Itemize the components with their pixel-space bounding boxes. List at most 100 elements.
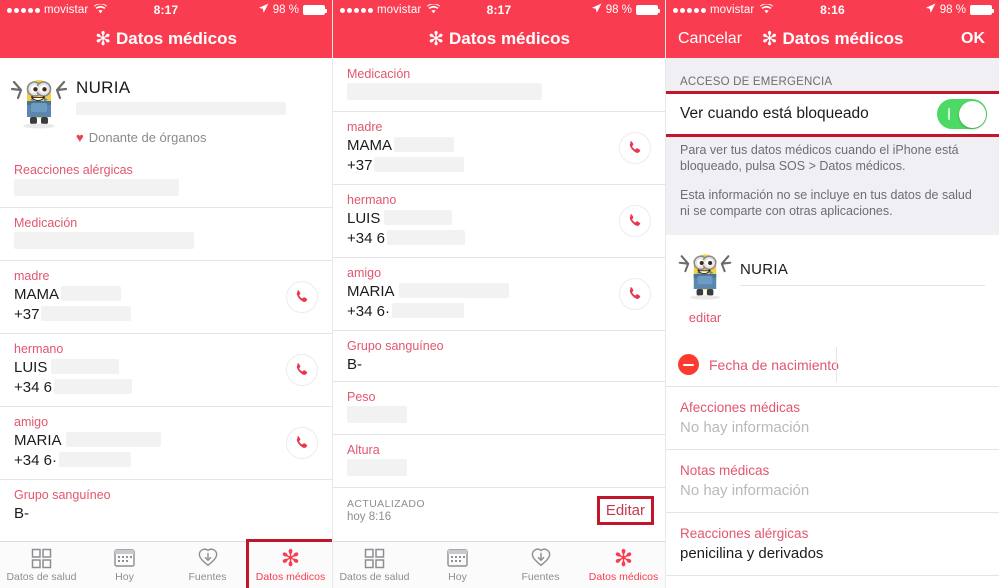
status-bar-1: movistar 8:17 98 %	[0, 0, 332, 20]
contact-row[interactable]: madre MAMA +37	[333, 111, 665, 184]
avatar	[8, 70, 70, 132]
edit-photo-link[interactable]: editar	[689, 310, 722, 325]
tab-bar-1: Datos de salud Hoy Fuentes ✻ Datos médic…	[0, 539, 332, 588]
location-arrow-icon	[925, 3, 936, 17]
status-right-3: 98 %	[925, 3, 994, 17]
field-row[interactable]: Medicación	[0, 207, 332, 260]
contact-row[interactable]: hermano LUIS +34 6	[333, 184, 665, 257]
tab-datos-medicos[interactable]: ✻ Datos médicos	[246, 539, 332, 588]
tab-datos-medicos[interactable]: ✻ Datos médicos	[582, 542, 665, 588]
field-row[interactable]: Medicación	[333, 58, 665, 111]
contact-name: LUIS	[14, 358, 318, 378]
status-right-1: 98 %	[258, 3, 327, 17]
nav-bar-3: Cancelar ✻ Datos médicos OK	[666, 20, 999, 58]
field-value: penicilina y derivados	[680, 545, 824, 562]
tab-hoy[interactable]: Hoy	[416, 542, 499, 588]
name-field-wrap[interactable]: NURIA	[740, 245, 985, 286]
row-divider	[836, 347, 837, 382]
field-label: Notas médicas	[680, 463, 770, 478]
edit-button[interactable]: Editar	[596, 496, 655, 525]
battery-percent-2: 98 %	[605, 4, 632, 16]
ok-button[interactable]: OK	[961, 30, 985, 48]
grid-icon	[364, 547, 385, 569]
tab-label: Hoy	[448, 571, 467, 583]
cancel-button[interactable]: Cancelar	[678, 30, 742, 48]
tab-label: Datos de salud	[6, 571, 77, 583]
tab-datos-de-salud[interactable]: Datos de salud	[333, 542, 416, 588]
calendar-icon	[447, 547, 468, 569]
call-button[interactable]	[286, 427, 318, 459]
nav-title-3: ✻ Datos médicos	[762, 29, 904, 49]
nav-bar-2: ✻ Datos médicos	[333, 20, 665, 58]
field-value-redaction	[347, 83, 542, 100]
field-label: Grupo sanguíneo	[347, 339, 444, 353]
organ-donor-row: ♥ Donante de órganos	[76, 130, 318, 145]
field-row-notas[interactable]: Notas médicas No hay información	[666, 450, 999, 513]
show-when-locked-row[interactable]: Ver cuando está bloqueado	[666, 91, 999, 137]
tab-label: Hoy	[115, 571, 134, 583]
name-field-value: NURIA	[740, 261, 985, 286]
contact-row[interactable]: amigo MARIA +34 6·	[0, 406, 332, 479]
status-bar-3: movistar 8:16 98 %	[666, 0, 999, 20]
tab-fuentes[interactable]: Fuentes	[499, 542, 582, 588]
panel-medical-id-edit: movistar 8:16 98 % Cancelar ✻ Datos médi…	[666, 0, 999, 588]
organ-donor-label: Donante de órganos	[88, 130, 207, 145]
toggle-bar-icon	[948, 108, 950, 120]
contact-phone: +37	[347, 156, 651, 176]
nav-title-text-2: Datos médicos	[448, 29, 570, 48]
toggle-knob	[958, 100, 986, 128]
battery-icon	[970, 5, 994, 15]
contact-relation: hermano	[347, 193, 397, 207]
heart-icon: ♥	[76, 130, 84, 145]
contact-phone: +34 6·	[347, 302, 651, 322]
call-button[interactable]	[286, 281, 318, 313]
tab-hoy[interactable]: Hoy	[83, 542, 166, 588]
field-label: Medicación	[14, 216, 78, 230]
field-row[interactable]: Grupo sanguíneo B-	[333, 330, 665, 381]
asterisk-icon: ✻	[613, 544, 634, 571]
contact-row[interactable]: hermano LUIS +34 6	[0, 333, 332, 406]
emergency-access-section: ACCESO DE EMERGENCIA Ver cuando está blo…	[666, 58, 999, 235]
contact-row[interactable]: madre MAMA +37	[0, 260, 332, 333]
tab-label: Fuentes	[521, 571, 560, 583]
field-label: Medicación	[347, 67, 411, 81]
emergency-footer-text-2: Esta información no se incluye en tus da…	[680, 188, 972, 218]
updated-row: ACTUALIZADO hoy 8:16 Editar	[333, 487, 665, 533]
show-when-locked-toggle[interactable]	[937, 99, 987, 129]
show-when-locked-label: Ver cuando está bloqueado	[680, 105, 869, 122]
call-button[interactable]	[286, 354, 318, 386]
date-of-birth-row[interactable]: Fecha de nacimiento	[666, 343, 999, 387]
contact-phone: +34 6·	[14, 451, 318, 471]
contact-phone: +37	[14, 305, 318, 325]
call-button[interactable]	[619, 205, 651, 237]
profile-name: NURIA	[76, 78, 131, 97]
avatar-edit-wrap[interactable]: editar	[674, 245, 736, 325]
contact-row[interactable]: amigo MARIA +34 6·	[333, 257, 665, 330]
call-button[interactable]	[619, 132, 651, 164]
contact-relation: madre	[14, 269, 50, 283]
field-row[interactable]: Peso	[333, 381, 665, 434]
field-value-redaction	[347, 406, 407, 423]
field-label: Altura	[347, 443, 380, 457]
emergency-section-header: ACCESO DE EMERGENCIA	[680, 76, 833, 88]
battery-percent-3: 98 %	[939, 4, 966, 16]
asterisk-icon: ✻	[280, 544, 301, 571]
contact-name: MAMA	[14, 285, 318, 305]
location-arrow-icon	[258, 3, 269, 17]
field-row[interactable]: Reacciones alérgicas	[0, 155, 332, 207]
contact-name: MAMA	[347, 136, 651, 156]
field-value: B-	[14, 505, 29, 522]
edit-profile-header: editar NURIA	[666, 235, 999, 329]
field-row[interactable]: Altura	[333, 434, 665, 487]
tab-fuentes[interactable]: Fuentes	[166, 542, 249, 588]
nav-title-text-3: Datos médicos	[782, 29, 904, 48]
tab-label: Datos de salud	[339, 571, 410, 583]
contact-phone: +34 6	[14, 378, 318, 398]
field-row-reacciones[interactable]: Reacciones alérgicas penicilina y deriva…	[666, 513, 999, 576]
delete-minus-icon[interactable]	[678, 354, 699, 375]
field-row[interactable]: Grupo sanguíneo B-	[0, 479, 332, 530]
contact-phone: +34 6	[347, 229, 651, 249]
tab-datos-de-salud[interactable]: Datos de salud	[0, 542, 83, 588]
field-row-afecciones[interactable]: Afecciones médicas No hay información	[666, 387, 999, 450]
call-button[interactable]	[619, 278, 651, 310]
